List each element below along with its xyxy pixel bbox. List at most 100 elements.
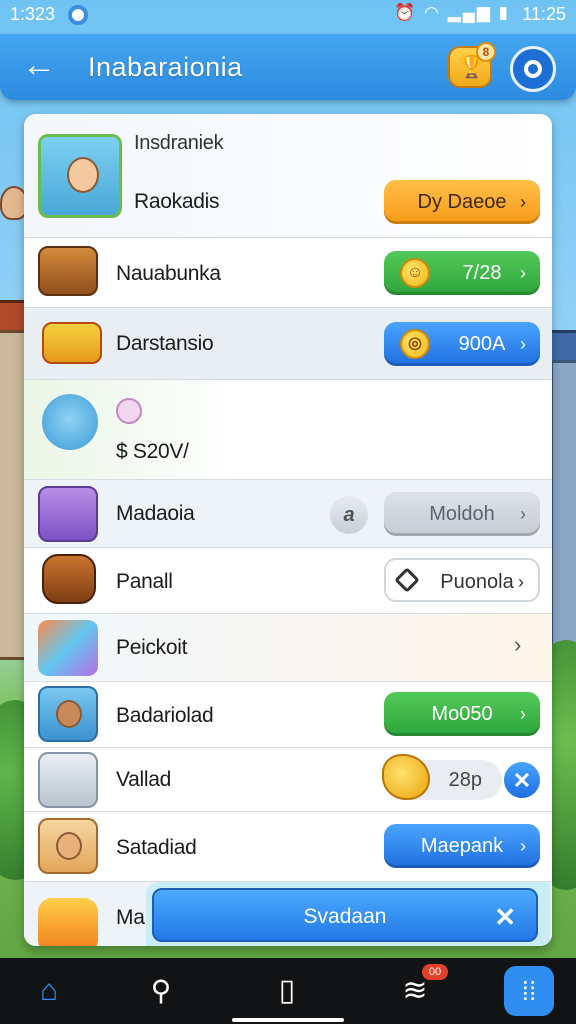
girl-character-icon — [38, 134, 122, 218]
signal-icon: ▂▄▆ — [447, 3, 492, 22]
section-heading: Insdraniek — [134, 132, 224, 154]
row-label: Peickoit — [116, 636, 188, 659]
status-time-left: 1:323 — [10, 4, 56, 24]
chevron-right-icon: › — [520, 334, 526, 354]
layers-icon: ≋ — [402, 974, 428, 1007]
chevron-right-icon: › — [518, 572, 524, 592]
reward-button-green[interactable]: Mo050 › — [384, 692, 540, 736]
character-face — [56, 832, 82, 860]
character-face — [67, 157, 99, 193]
list-item[interactable]: $ S20V/ — [24, 380, 552, 480]
bottom-action-bar: Svadaan ✕ — [146, 882, 550, 946]
page-title: Inabaraionia — [88, 52, 243, 82]
button-label: Svadaan — [303, 905, 387, 928]
row-label: Ma — [116, 906, 145, 929]
button-label: Puonola — [440, 571, 514, 593]
coin-value: 28p — [448, 769, 482, 791]
flower-icon — [116, 398, 142, 424]
nav-grid[interactable]: ⁞⁞ — [504, 966, 554, 1016]
action-button-white[interactable]: Puonola › — [384, 558, 540, 602]
alarm-icon: ⏰ — [394, 3, 418, 22]
row-label: Raokadis — [134, 190, 220, 213]
boy-character-icon — [38, 686, 98, 742]
claim-button-orange[interactable]: Dy Daeoe › — [384, 180, 540, 224]
nav-home[interactable]: ⌂ — [24, 966, 74, 1016]
shuffle-icon: ✕ — [494, 902, 516, 932]
row-label: Nauabunka — [116, 262, 221, 285]
nav-search[interactable]: ⚲ — [136, 966, 186, 1016]
status-time-right: 11:25 — [522, 4, 566, 24]
notification-badge: 00 — [422, 964, 448, 980]
list-item[interactable]: Panall Puonola › — [24, 548, 552, 614]
bottom-action-button[interactable]: Svadaan ✕ — [152, 888, 538, 942]
button-label: 7/28 — [462, 262, 502, 284]
bottom-navigation: ⌂ ⚲ ▯ ≋ 00 ⁞⁞ — [0, 958, 576, 1024]
coin-icon: ◎ — [400, 329, 430, 359]
list-item[interactable]: Satadiad Maepank › — [24, 812, 552, 882]
row-label: Panall — [116, 570, 173, 593]
backpack-icon — [42, 554, 96, 604]
dragon-icon — [38, 898, 98, 946]
reward-button-blue[interactable]: ◎ 900A › — [384, 322, 540, 366]
list-item[interactable]: Darstansio ◎ 900A › — [24, 308, 552, 380]
back-button[interactable]: ← — [22, 48, 62, 86]
list-item[interactable]: Peickoit › — [24, 614, 552, 682]
home-icon: ⌂ — [39, 974, 59, 1007]
bag-icon: ▯ — [278, 974, 296, 1007]
grid-icon: ⁞⁞ — [521, 976, 537, 1006]
chevron-right-icon: › — [520, 192, 526, 212]
row-label: Vallad — [116, 768, 172, 791]
trophy-badge: 8 — [476, 42, 496, 62]
house-right — [550, 360, 576, 660]
button-label: Dy Daeoe — [417, 191, 507, 213]
row-label: Badariolad — [116, 704, 214, 727]
pet-creature-icon — [42, 394, 98, 450]
nav-bag[interactable]: ▯ — [262, 966, 312, 1016]
chevron-right-icon: › — [520, 263, 526, 283]
list-item[interactable]: Vallad 28p ✕ — [24, 748, 552, 812]
button-label: Maepank — [420, 835, 504, 857]
character-face — [56, 700, 82, 728]
search-chip[interactable]: a — [330, 496, 368, 534]
status-icons: ⏰ ◠ ▂▄▆ ▮ — [394, 3, 510, 23]
bear-character-icon — [38, 818, 98, 874]
smiley-coin-icon: ☺ — [400, 258, 430, 288]
button-label: Mo050 — [431, 703, 493, 725]
arrow-left-icon: ← — [22, 46, 56, 84]
battery-icon: ▮ — [498, 3, 510, 22]
home-indicator[interactable] — [232, 1018, 344, 1022]
list-item[interactable]: Insdraniek Raokadis Dy Daeoe › — [24, 114, 552, 238]
search-icon: ⚲ — [150, 975, 172, 1006]
reward-button-blue[interactable]: Maepank › — [384, 824, 540, 868]
nav-layers[interactable]: ≋ 00 — [390, 964, 448, 1016]
list-item[interactable]: Madaoia a Moldoh › — [24, 480, 552, 548]
crate-icon — [38, 752, 98, 808]
gift-box-icon — [42, 322, 102, 364]
chevron-right-icon: › — [520, 504, 526, 524]
wifi-icon: ◠ — [424, 3, 441, 22]
chevron-right-icon: › — [520, 704, 526, 724]
chevron-right-icon[interactable]: › — [514, 632, 521, 658]
reward-button-green[interactable]: ☺ 7/28 › — [384, 251, 540, 295]
list-item[interactable]: Badariolad Mo050 › — [24, 682, 552, 748]
list-item[interactable]: Nauabunka ☺ 7/28 › — [24, 238, 552, 308]
status-bar: 1:323 ⏰ ◠ ▂▄▆ ▮ 11:25 — [0, 0, 576, 30]
reward-list-panel: Insdraniek Raokadis Dy Daeoe › Nauabunka… — [24, 114, 552, 946]
treasure-chest-icon — [38, 246, 98, 296]
locked-button-grey[interactable]: Moldoh › — [384, 492, 540, 536]
row-label: Satadiad — [116, 836, 197, 859]
notification-dot-icon — [68, 5, 88, 25]
close-icon: ✕ — [512, 768, 532, 793]
row-label: $ S20V/ — [116, 440, 189, 463]
sweets-icon — [38, 620, 98, 676]
button-label: 900A — [458, 333, 506, 355]
profile-button[interactable] — [510, 46, 556, 92]
button-label: Moldoh — [429, 503, 495, 525]
chevron-right-icon: › — [520, 836, 526, 856]
close-button[interactable]: ✕ — [502, 760, 542, 800]
app-header: ← Inabaraionia 🏆 8 — [0, 34, 576, 100]
row-label: Madaoia — [116, 502, 195, 525]
ring-icon — [524, 60, 542, 78]
row-label: Darstansio — [116, 332, 214, 355]
purple-creature-icon — [38, 486, 98, 542]
